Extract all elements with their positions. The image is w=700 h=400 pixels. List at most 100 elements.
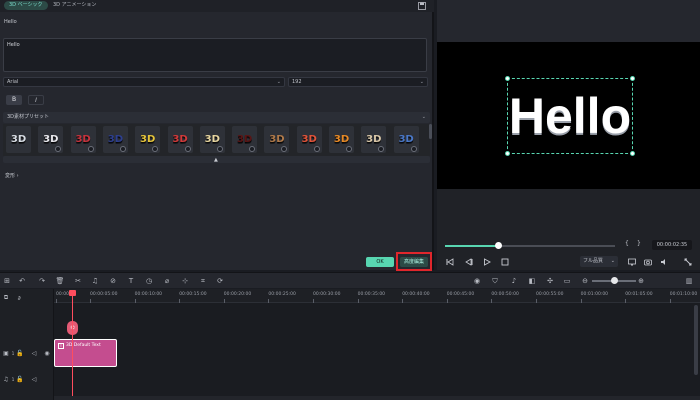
download-icon[interactable] [87, 146, 94, 152]
font-select[interactable]: Arial ⌄ [3, 77, 285, 87]
preset-tile-red-orange[interactable]: 3D [296, 126, 322, 153]
time-ruler[interactable]: 00:00 00:00:05:00 00:00:10:00 00:00:15:00 00… [54, 289, 700, 303]
fullscreen-icon[interactable] [683, 257, 693, 267]
zoom-slider-knob[interactable] [611, 277, 618, 284]
timer-icon[interactable]: ◷ [144, 276, 154, 286]
download-icon[interactable] [313, 146, 320, 152]
scene-icon[interactable]: ◧ [527, 276, 537, 286]
preset-tile-silver[interactable]: 3D [6, 126, 31, 153]
download-icon[interactable] [346, 146, 352, 152]
zoom-out-icon[interactable]: ⊖ [580, 276, 590, 286]
text-clip[interactable]: T 3D Default Text [54, 339, 117, 367]
preset-tile-bronze[interactable]: 3D [264, 126, 290, 153]
timeline-vertical-scrollbar[interactable] [694, 305, 698, 375]
link-tracks-icon[interactable]: ∂ [15, 294, 23, 302]
display-settings-icon[interactable] [627, 257, 637, 267]
cut-icon[interactable]: ✂ [73, 276, 83, 286]
preset-tile-label: 3D [366, 134, 382, 145]
preset-tile-cream-gold[interactable]: 3D [199, 126, 225, 153]
resize-handle-tl[interactable] [505, 76, 510, 81]
adjust-icon[interactable]: ⊹ [180, 276, 190, 286]
preset-scrollbar[interactable] [429, 124, 432, 139]
text-tool-icon[interactable]: T [126, 276, 136, 286]
mute-icon[interactable]: ◁ [30, 375, 38, 383]
stabilize-icon[interactable]: ⟳ [215, 276, 225, 286]
zoom-in-icon[interactable]: ⊕ [636, 276, 646, 286]
undo-icon[interactable]: ↶ [17, 276, 27, 286]
download-icon[interactable] [216, 146, 223, 152]
preset-tile-dark-red[interactable]: 3D [232, 126, 258, 153]
preview-canvas[interactable]: Hello [437, 42, 700, 189]
preset-collapse-bar[interactable]: ▲ [3, 156, 430, 163]
preset-section-header[interactable]: 3D素材プリセット ⌄ [3, 112, 430, 123]
italic-button[interactable]: I [28, 95, 44, 105]
crop-icon[interactable]: ⌗ [198, 276, 208, 286]
download-icon[interactable] [184, 146, 191, 152]
text-input-area[interactable]: Hello [3, 38, 427, 72]
playhead-handle[interactable] [69, 290, 76, 296]
microphone-icon[interactable]: ♪ [509, 276, 519, 286]
tag-icon[interactable]: ⊘ [108, 276, 118, 286]
stop-icon[interactable] [500, 257, 510, 267]
download-icon[interactable] [378, 146, 385, 152]
quality-select[interactable]: フル品質 ⌄ [580, 256, 618, 267]
ok-button[interactable]: OK [366, 257, 394, 267]
save-preset-icon[interactable] [417, 1, 427, 10]
link-icon[interactable]: ▭ [562, 276, 572, 286]
lock-icon[interactable]: 🔓 [16, 375, 24, 383]
download-icon[interactable] [281, 146, 288, 152]
delete-icon[interactable]: 🗑 [55, 276, 65, 286]
preset-tile-orange[interactable]: 3D [329, 126, 354, 153]
ruler-label: 00:00:15:00 [179, 292, 207, 297]
layout-grid-icon[interactable]: ⊞ [2, 276, 12, 286]
download-icon[interactable] [249, 146, 256, 152]
skip-back-icon[interactable] [445, 257, 455, 267]
preset-tile-gold[interactable]: 3D [135, 126, 161, 153]
resize-handle-br[interactable] [630, 151, 635, 156]
download-icon[interactable] [55, 146, 62, 152]
ruler-tick [56, 299, 57, 303]
add-track-icon[interactable]: ⧉ [2, 294, 10, 302]
transform-section[interactable]: 変形 › [5, 172, 19, 179]
preset-tile-red-chrome[interactable]: 3D [70, 126, 96, 153]
lock-icon[interactable]: 🔓 [16, 349, 24, 357]
ruler-label: 00:00:40:00 [402, 292, 430, 297]
render-icon[interactable]: ◉ [472, 276, 482, 286]
snap-magnet-icon[interactable]: ✣ [545, 276, 555, 286]
fit-timeline-icon[interactable]: ▥ [684, 276, 694, 286]
download-icon[interactable] [152, 146, 159, 152]
mark-in-button[interactable]: { [625, 240, 629, 247]
preset-tile-white[interactable]: 3D [38, 126, 64, 153]
font-size-select[interactable]: 192 ⌄ [288, 77, 428, 87]
playback-progress-bar[interactable] [445, 242, 615, 249]
tab-3d-basic[interactable]: 3D ベーシック [4, 1, 48, 10]
step-back-icon[interactable] [464, 257, 474, 267]
resize-handle-bl[interactable] [505, 151, 510, 156]
audio-icon[interactable]: ♫ [90, 276, 100, 286]
visibility-eye-icon[interactable]: ◉ [43, 349, 51, 357]
download-icon[interactable] [410, 146, 417, 152]
preset-tile-red-gloss[interactable]: 3D [167, 126, 193, 153]
preset-tile-blue[interactable]: 3D [102, 126, 128, 153]
preset-section-title: 3D素材プリセット [7, 114, 50, 120]
shield-icon[interactable]: ⛉ [490, 276, 500, 286]
volume-icon[interactable] [659, 257, 669, 267]
mark-out-button[interactable]: } [637, 240, 641, 247]
tab-bar: 3D ベーシック 3D アニメーション [0, 0, 434, 12]
text-selection-box[interactable]: Hello [505, 76, 635, 156]
bold-button[interactable]: B [6, 95, 22, 105]
resize-handle-tr[interactable] [630, 76, 635, 81]
speed-icon[interactable]: ⌀ [162, 276, 172, 286]
preset-tile-beige[interactable]: 3D [361, 126, 387, 153]
download-icon[interactable] [119, 146, 126, 152]
mute-icon[interactable]: ◁ [30, 349, 38, 357]
playhead[interactable] [72, 292, 73, 400]
redo-icon[interactable]: ↷ [37, 276, 47, 286]
snapshot-camera-icon[interactable] [643, 257, 653, 267]
playback-scrubber-knob[interactable] [494, 242, 502, 249]
preset-tile-blue-steel[interactable]: 3D [393, 126, 419, 153]
tab-3d-animation[interactable]: 3D アニメーション [48, 1, 101, 10]
timeline-horizontal-scrollbar[interactable] [54, 396, 700, 400]
play-icon[interactable] [482, 257, 492, 267]
font-size-value: 192 [292, 79, 302, 85]
